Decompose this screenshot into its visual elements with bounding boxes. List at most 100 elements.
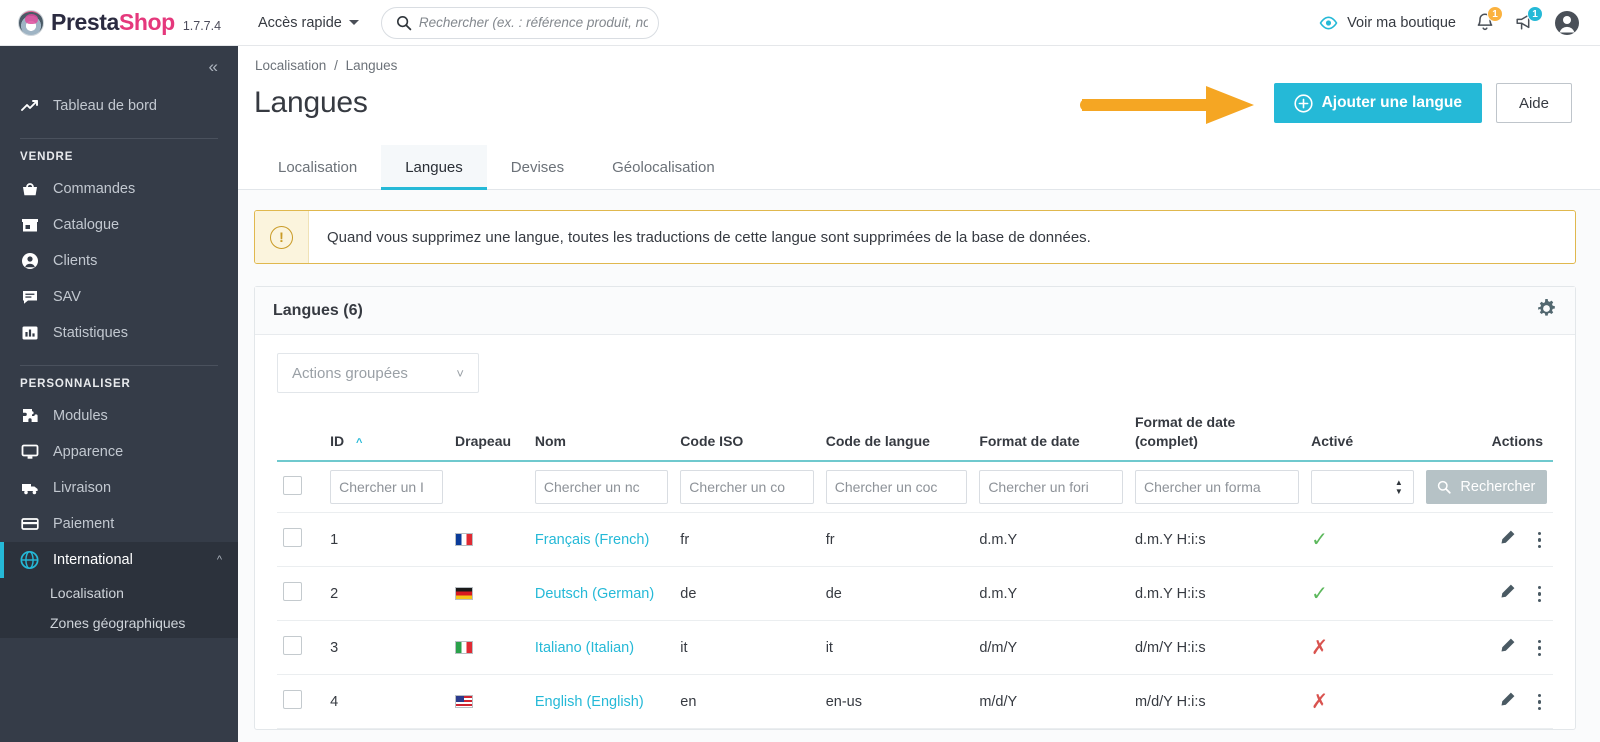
filter-date-format-full-input[interactable]: [1134, 470, 1300, 505]
filter-iso-input[interactable]: [680, 470, 814, 505]
sidebar-item-label: Paiement: [53, 516, 115, 532]
col-enabled[interactable]: Activé: [1305, 413, 1420, 461]
row-enabled-cell[interactable]: ✓: [1305, 512, 1420, 568]
language-link[interactable]: Français (French): [535, 532, 649, 548]
prestashop-logo-icon: [18, 9, 44, 36]
filter-lang-code-input[interactable]: [825, 470, 968, 505]
enabled-check-icon: ✓: [1311, 529, 1328, 552]
sidebar-item-label: Tableau de bord: [53, 98, 157, 114]
row-checkbox[interactable]: [283, 690, 302, 710]
view-shop-label: Voir ma boutique: [1347, 14, 1456, 31]
row-id: 3: [324, 620, 450, 676]
row-enabled-cell[interactable]: ✓: [1305, 566, 1420, 622]
language-link[interactable]: Italiano (Italian): [535, 640, 634, 656]
row-id: 4: [324, 674, 450, 730]
bulk-actions-dropdown[interactable]: Actions groupées ˅: [277, 353, 479, 393]
sidebar-item-sav[interactable]: SAV: [0, 279, 238, 315]
tab-geolocalisation[interactable]: Géolocalisation: [588, 145, 739, 189]
select-all-checkbox[interactable]: [283, 475, 302, 495]
edit-icon[interactable]: [1499, 637, 1516, 658]
view-shop-link[interactable]: Voir ma boutique: [1319, 15, 1456, 31]
filter-date-format-cell: [973, 460, 1129, 514]
chevron-down-icon: ˅: [456, 365, 464, 381]
language-link[interactable]: English (English): [535, 694, 644, 710]
row-menu-icon[interactable]: [1537, 693, 1541, 711]
row-iso: en: [674, 674, 820, 730]
filter-date-format-input[interactable]: [979, 470, 1123, 505]
row-menu-icon[interactable]: [1537, 531, 1541, 549]
breadcrumb-parent[interactable]: Localisation: [255, 58, 326, 73]
bulk-actions-label: Actions groupées: [292, 364, 408, 382]
sidebar-item-modules[interactable]: Modules: [0, 398, 238, 434]
brand-logo-area[interactable]: PrestaShop 1.7.7.4: [0, 9, 240, 36]
col-date-format[interactable]: Format de date: [973, 413, 1129, 461]
row-checkbox[interactable]: [283, 528, 302, 548]
table-row[interactable]: 3 Italiano (Italian) it it d/m/Y d/m/Y H…: [277, 620, 1553, 676]
row-enabled-cell[interactable]: ✗: [1305, 674, 1420, 730]
col-id[interactable]: ID ^: [324, 413, 449, 461]
language-link[interactable]: Deutsch (German): [535, 586, 654, 602]
col-name[interactable]: Nom: [529, 413, 674, 461]
row-flag-cell: [449, 620, 529, 676]
brand-name: PrestaShop: [51, 9, 175, 36]
sidebar-subitem-localisation[interactable]: Localisation: [0, 578, 238, 608]
edit-icon[interactable]: [1499, 583, 1516, 604]
filter-name-input[interactable]: [534, 470, 669, 505]
search-input[interactable]: [418, 15, 648, 30]
top-header-bar: PrestaShop 1.7.7.4 Accès rapide Voir ma …: [0, 0, 1600, 46]
row-enabled-cell[interactable]: ✗: [1305, 620, 1420, 676]
table-row[interactable]: 4 English (English) en en-us m/d/Y m/d/Y…: [277, 674, 1553, 730]
user-icon: [20, 252, 39, 271]
row-checkbox[interactable]: [283, 582, 302, 602]
notifications-button[interactable]: 1: [1475, 6, 1503, 33]
row-menu-icon[interactable]: [1537, 639, 1541, 657]
collapse-sidebar-icon[interactable]: «: [209, 57, 219, 77]
usa-flag-icon: [455, 695, 474, 709]
sidebar-item-commandes[interactable]: Commandes: [0, 171, 238, 207]
table-row[interactable]: 1 Français (French) fr fr d.m.Y d.m.Y H:…: [277, 512, 1553, 568]
search-filter-button[interactable]: Rechercher: [1425, 470, 1547, 505]
filter-id-input[interactable]: [330, 470, 444, 505]
sidebar-item-label: Catalogue: [53, 217, 120, 233]
edit-icon[interactable]: [1499, 529, 1516, 550]
edit-icon[interactable]: [1499, 691, 1516, 712]
credit-card-icon: [20, 515, 39, 534]
sidebar-item-catalogue[interactable]: Catalogue: [0, 207, 238, 243]
main-sidebar: « Tableau de bord VENDRE Commandes Catal…: [0, 46, 238, 742]
row-checkbox[interactable]: [283, 636, 302, 656]
gear-icon[interactable]: [1536, 298, 1557, 324]
filter-enabled-select[interactable]: ▲ ▼: [1311, 470, 1414, 505]
global-search-box[interactable]: [380, 6, 659, 39]
quick-access-menu[interactable]: Accès rapide: [258, 15, 359, 31]
col-date-format-full[interactable]: Format de date (complet): [1129, 413, 1305, 461]
help-button[interactable]: Aide: [1495, 83, 1572, 123]
add-language-button[interactable]: Ajouter une langue: [1273, 83, 1482, 123]
tab-localisation[interactable]: Localisation: [254, 145, 381, 189]
sidebar-item-international[interactable]: International ^: [0, 542, 238, 578]
sidebar-subitem-zones-geographiques[interactable]: Zones géographiques: [0, 608, 238, 638]
sidebar-item-clients[interactable]: Clients: [0, 243, 238, 279]
puzzle-icon: [20, 407, 39, 426]
row-date-format: d.m.Y: [973, 566, 1129, 622]
sort-ascending-icon[interactable]: ^: [356, 437, 362, 449]
sidebar-item-livraison[interactable]: Livraison: [0, 470, 238, 506]
basket-icon: [20, 180, 39, 199]
sidebar-item-paiement[interactable]: Paiement: [0, 506, 238, 542]
col-checkbox: [277, 413, 324, 461]
tab-devises[interactable]: Devises: [487, 145, 588, 189]
sidebar-item-statistiques[interactable]: Statistiques: [0, 315, 238, 351]
tab-langues[interactable]: Langues: [381, 145, 487, 190]
brand-name-prefix: Presta: [51, 9, 119, 35]
row-menu-icon[interactable]: [1537, 585, 1541, 603]
sidebar-item-label: SAV: [53, 289, 81, 305]
row-actions-cell: [1419, 512, 1553, 568]
col-iso[interactable]: Code ISO: [674, 413, 819, 461]
col-lang-code[interactable]: Code de langue: [820, 413, 974, 461]
chevron-down-icon: [348, 20, 359, 25]
user-account-button[interactable]: [1554, 10, 1580, 36]
sidebar-item-apparence[interactable]: Apparence: [0, 434, 238, 470]
sidebar-item-dashboard[interactable]: Tableau de bord: [0, 88, 238, 124]
row-date-format-full: m/d/Y H:i:s: [1128, 674, 1306, 730]
messages-button[interactable]: 1: [1514, 6, 1543, 33]
table-row[interactable]: 2 Deutsch (German) de de d.m.Y d.m.Y H:i…: [277, 566, 1553, 622]
